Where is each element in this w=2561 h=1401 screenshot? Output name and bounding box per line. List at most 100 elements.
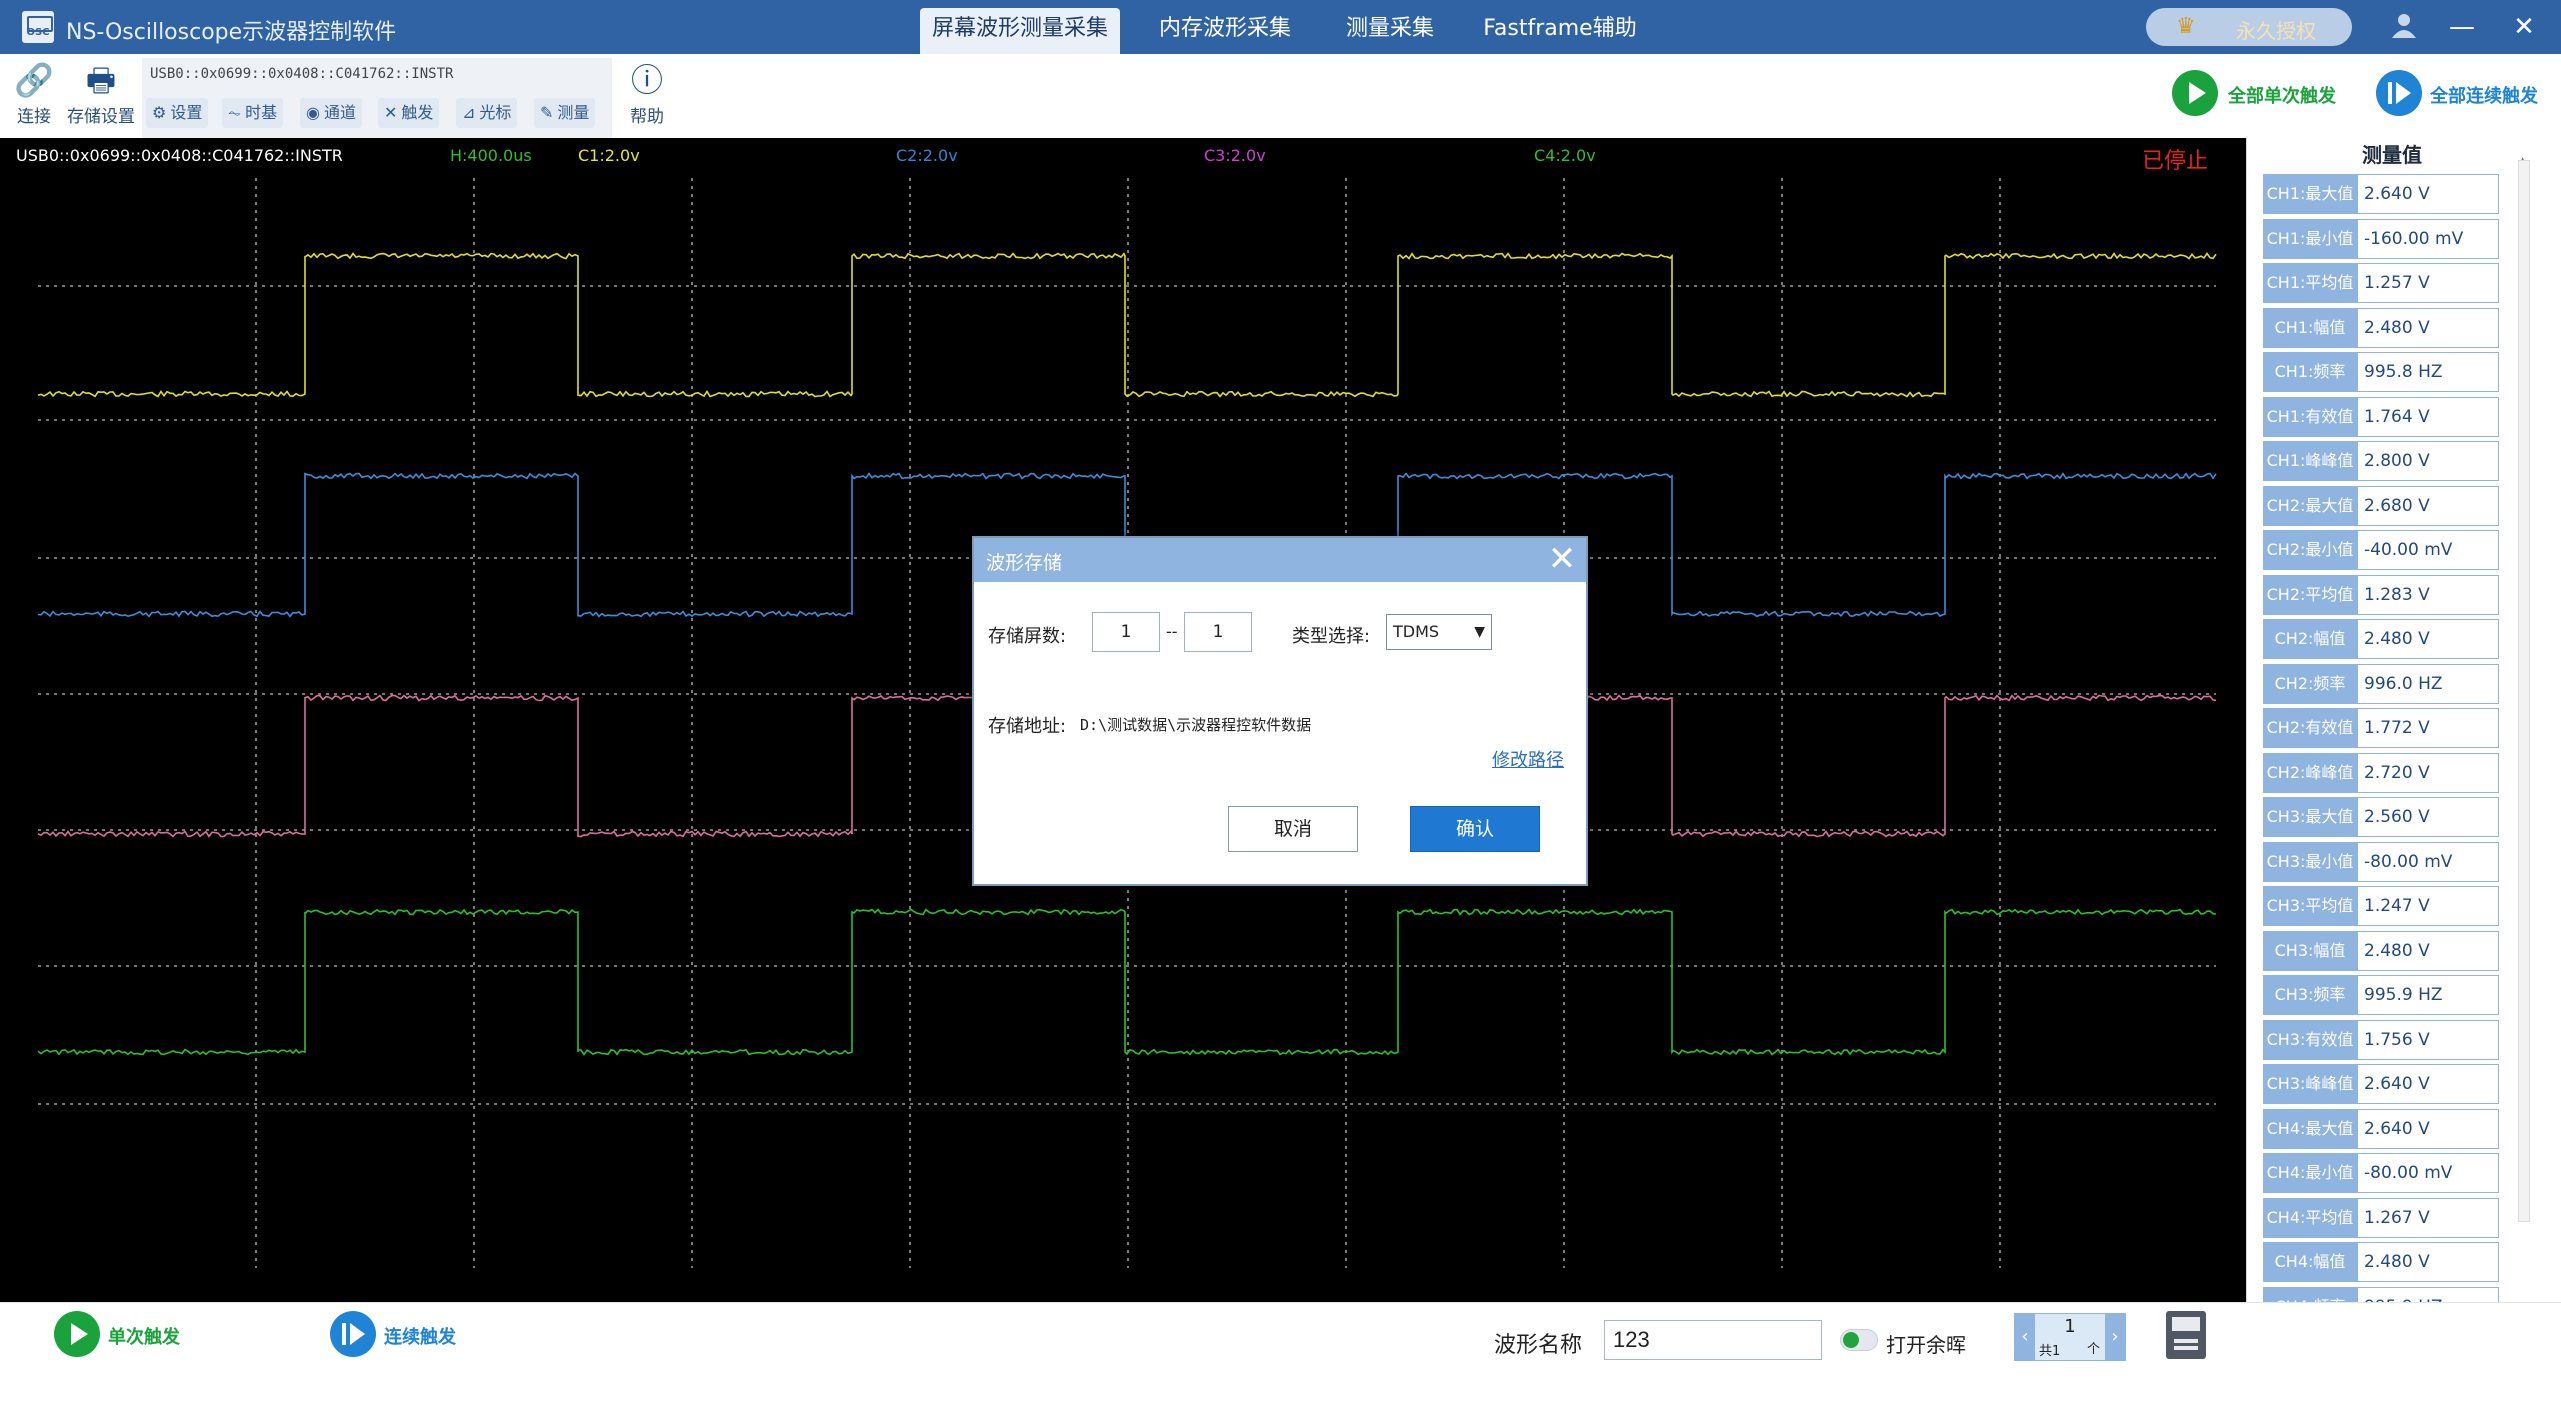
measurement-value: -160.00 mV: [2357, 218, 2499, 259]
measurement-row: CH2:最大值 2.680 V: [2263, 484, 2517, 529]
range-separator: --: [1166, 622, 1178, 641]
page-number[interactable]: 1: [2035, 1316, 2105, 1337]
play-icon: [2172, 70, 2218, 116]
measurement-list: CH1:最大值 2.640 V CH1:最小值 -160.00 mV CH1:平均值 1.…: [2263, 172, 2517, 1329]
measurement-label: CH3:有效值: [2263, 1019, 2357, 1060]
measurement-label: CH4:平均值: [2263, 1197, 2357, 1238]
all-continuous-trigger-button[interactable]: 全部连续触发: [2376, 70, 2556, 116]
measurement-label: CH4:幅值: [2263, 1242, 2357, 1282]
trigger-button[interactable]: ✕ 触发: [378, 98, 440, 128]
measurement-row: CH2:峰峰值 2.720 V: [2263, 751, 2517, 796]
measurement-value: 2.640 V: [2357, 174, 2499, 214]
channel-button[interactable]: ◉ 通道: [300, 98, 362, 128]
close-button[interactable]: ✕: [2506, 10, 2542, 44]
storage-settings-label: 存储设置: [67, 107, 135, 127]
measurement-value: 2.680 V: [2357, 485, 2499, 526]
measurement-value: 1.267 V: [2357, 1197, 2499, 1238]
cancel-button[interactable]: 取消: [1228, 806, 1358, 852]
cursor-icon: ⊿: [462, 103, 476, 122]
crown-icon: ♛: [2176, 14, 2196, 39]
license-badge[interactable]: ♛ 永久授权: [2146, 8, 2352, 46]
confirm-button[interactable]: 确认: [1410, 806, 1540, 852]
timebase-icon: ⏦: [228, 103, 242, 122]
measurement-value: 1.257 V: [2357, 263, 2499, 303]
instrument-address: USB0::0x0699::0x0408::C041762::INSTR: [150, 66, 454, 82]
tab-fastframe[interactable]: Fastframe辅助: [1470, 8, 1650, 54]
trigger-icon: ✕: [384, 103, 398, 122]
measurement-label: CH2:有效值: [2263, 708, 2357, 748]
measurement-value: 996.0 HZ: [2357, 663, 2499, 704]
chevron-right-icon[interactable]: ›: [2105, 1314, 2125, 1360]
all-single-trigger-button[interactable]: 全部单次触发: [2172, 70, 2336, 116]
measurement-row: CH3:幅值 2.480 V: [2263, 929, 2517, 974]
page-selector: ‹ 1 共1 个 ›: [2014, 1313, 2126, 1361]
bottom-bar: 单次触发 连续触发 波形名称 打开余晖 ‹ 1 共1 个 ›: [0, 1302, 2561, 1401]
timebase-button[interactable]: ⏦ 时基: [222, 98, 284, 128]
single-trigger-button[interactable]: 单次触发: [54, 1311, 194, 1357]
status-stopped: 已停止: [2142, 149, 2209, 174]
chevron-left-icon[interactable]: ‹: [2015, 1314, 2035, 1360]
measurement-scrollbar[interactable]: [2518, 160, 2530, 1222]
measurement-label: CH3:平均值: [2263, 886, 2357, 926]
connect-label: 连接: [17, 107, 51, 127]
measurement-value: 1.772 V: [2357, 708, 2499, 748]
measurement-label: CH1:最小值: [2263, 218, 2357, 259]
cursor-button[interactable]: ⊿ 光标: [456, 98, 518, 128]
measure-label: 测量: [557, 103, 590, 122]
minimize-button[interactable]: —: [2444, 10, 2480, 44]
measurement-value: 2.800 V: [2357, 441, 2499, 481]
gear-icon: ⚙: [152, 103, 167, 122]
screens-from-input[interactable]: 1: [1092, 612, 1160, 652]
measurement-row: CH3:频率 995.9 HZ: [2263, 973, 2517, 1018]
dropdown-arrow-icon: ▼: [1474, 624, 1485, 640]
measurement-row: CH2:有效值 1.772 V: [2263, 706, 2517, 751]
continuous-trigger-label: 连续触发: [384, 1327, 456, 1348]
measurement-row: CH1:最小值 -160.00 mV: [2263, 217, 2517, 262]
measurement-row: CH4:最小值 -80.00 mV: [2263, 1151, 2517, 1196]
measurement-label: CH2:最小值: [2263, 530, 2357, 570]
measurement-value: 2.560 V: [2357, 797, 2499, 837]
ch4-scale: C4:2.0v: [1534, 146, 1596, 165]
measurement-value: 995.8 HZ: [2357, 352, 2499, 392]
storage-settings-button[interactable]: 🖶 存储设置: [64, 62, 138, 127]
trigger-label: 触发: [401, 103, 434, 122]
type-select[interactable]: TDMS ▼: [1386, 614, 1492, 650]
save-icon[interactable]: [2166, 1311, 2206, 1359]
measurement-panel: 测量值 CH1:最大值 2.640 V CH1:最小值 -160.00 mV CH1:平…: [2246, 138, 2561, 1327]
ch2-scale: C2:2.0v: [896, 146, 958, 165]
help-button[interactable]: ⓘ 帮助: [624, 62, 670, 127]
tab-measure-capture[interactable]: 测量采集: [1320, 8, 1460, 54]
continuous-play-icon: [2376, 70, 2422, 116]
ch3-scale: C3:2.0v: [1204, 146, 1266, 165]
measurement-value: -40.00 mV: [2357, 530, 2499, 570]
measurement-label: CH1:峰峰值: [2263, 441, 2357, 481]
instrument-panel: USB0::0x0699::0x0408::C041762::INSTR ⚙ 设置…: [142, 58, 612, 138]
close-icon[interactable]: ✕: [1544, 542, 1580, 578]
measure-button[interactable]: ✎ 测量: [534, 98, 596, 128]
measurement-row: CH4:幅值 2.480 V: [2263, 1240, 2517, 1285]
wave-name-input[interactable]: [1604, 1320, 1822, 1360]
tab-memory-waveform[interactable]: 内存波形采集: [1140, 8, 1310, 54]
measurement-row: CH1:有效值 1.764 V: [2263, 395, 2517, 440]
afterglow-label: 打开余晖: [1886, 1333, 1966, 1357]
tab-screen-measure[interactable]: 屏幕波形测量采集: [920, 8, 1120, 54]
ruler-icon: ✎: [540, 103, 554, 122]
continuous-trigger-button[interactable]: 连续触发: [330, 1311, 470, 1357]
settings-button[interactable]: ⚙ 设置: [146, 98, 209, 128]
measurement-row: CH1:最大值 2.640 V: [2263, 172, 2517, 217]
modify-path-link[interactable]: 修改路径: [1492, 746, 1564, 772]
measurement-value: 995.9 HZ: [2357, 975, 2499, 1015]
screens-to-input[interactable]: 1: [1184, 612, 1252, 652]
connect-button[interactable]: 🔗 连接: [14, 62, 54, 127]
all-single-trigger-label: 全部单次触发: [2228, 86, 2336, 107]
measurement-value: 2.480 V: [2357, 930, 2499, 971]
user-icon[interactable]: [2386, 10, 2422, 44]
path-value: D:\测试数据\示波器程控软件数据: [1080, 716, 1312, 734]
afterglow-toggle[interactable]: [1840, 1329, 1878, 1351]
horizontal-scale: H:400.0us: [450, 146, 532, 165]
measurement-row: CH1:平均值 1.257 V: [2263, 261, 2517, 306]
dialog-header: 波形存储 ✕: [974, 538, 1586, 582]
measurement-value: 1.283 V: [2357, 574, 2499, 615]
measurement-label: CH3:峰峰值: [2263, 1064, 2357, 1104]
measurement-value: 2.720 V: [2357, 752, 2499, 793]
